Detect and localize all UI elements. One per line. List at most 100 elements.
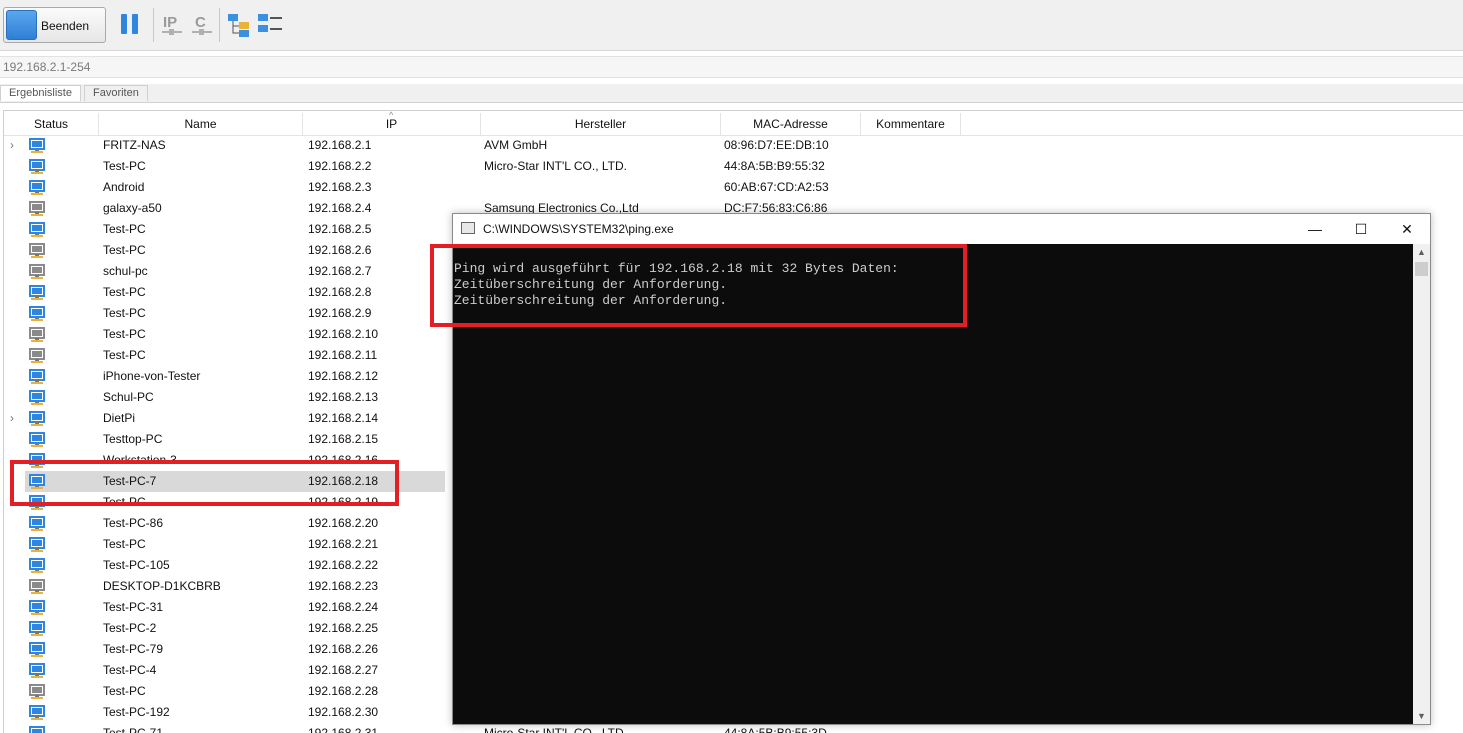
ip-range-field[interactable]: 192.168.2.1-254 <box>0 56 1463 78</box>
cell-name: Test-PC <box>103 327 146 341</box>
computer-offline-icon <box>29 264 45 279</box>
tab-favoriten[interactable]: Favoriten <box>84 85 148 101</box>
cell-ip: 192.168.2.28 <box>308 684 379 698</box>
cell-ip: 192.168.2.3 <box>308 180 372 194</box>
scroll-thumb[interactable] <box>1415 262 1428 276</box>
svg-text:C: C <box>195 14 206 31</box>
column-header-hersteller[interactable]: Hersteller <box>481 113 721 135</box>
computer-online-icon <box>29 642 45 657</box>
cell-ip: 192.168.2.30 <box>308 705 379 719</box>
column-header-status[interactable]: Status <box>4 113 99 135</box>
close-button[interactable]: ✕ <box>1384 214 1430 244</box>
cell-ip: 192.168.2.5 <box>308 222 372 236</box>
stop-button[interactable]: Beenden <box>3 7 106 43</box>
tab-ergebnisliste[interactable]: Ergebnisliste <box>0 85 81 101</box>
cell-ip: 192.168.2.20 <box>308 516 379 530</box>
console-title: C:\WINDOWS\SYSTEM32\ping.exe <box>483 222 674 236</box>
cell-name: DietPi <box>103 411 136 425</box>
ip-settings-icon[interactable]: IP <box>160 12 184 38</box>
column-header-mac[interactable]: MAC-Adresse <box>721 113 861 135</box>
computer-online-icon <box>29 306 45 321</box>
cell-ip: 192.168.2.1 <box>308 138 372 152</box>
table-row[interactable]: › FRITZ-NAS 192.168.2.1 AVM GmbH 08:96:D7:EE… <box>4 135 1463 156</box>
cell-name: iPhone-von-Tester <box>103 369 201 383</box>
cell-ip: 192.168.2.22 <box>308 558 379 572</box>
result-tabs: Ergebnisliste Favoriten <box>0 84 1463 103</box>
computer-online-icon <box>29 411 45 426</box>
expand-chevron-icon[interactable]: › <box>10 408 14 429</box>
column-header-kommentare[interactable]: Kommentare <box>861 113 961 135</box>
cell-name: Test-PC <box>103 243 146 257</box>
expand-chevron-icon[interactable]: › <box>10 135 14 156</box>
console-titlebar[interactable]: C:\WINDOWS\SYSTEM32\ping.exe — ☐ ✕ <box>453 214 1430 244</box>
cell-mac: 44:8A:5B:B9:55:32 <box>724 159 825 173</box>
table-row[interactable]: Android 192.168.2.3 60:AB:67:CD:A2:53 <box>4 177 1463 198</box>
console-app-icon <box>461 222 475 234</box>
computer-offline-icon <box>29 579 45 594</box>
computer-online-icon <box>29 222 45 237</box>
computer-offline-icon <box>29 201 45 216</box>
scroll-up-icon[interactable]: ▲ <box>1413 244 1430 260</box>
sort-ascending-icon: ^ <box>389 110 394 120</box>
table-row[interactable]: Test-PC 192.168.2.2 Micro-Star INT'L CO., … <box>4 156 1463 177</box>
computer-online-icon <box>29 180 45 195</box>
cell-name: Test-PC-86 <box>103 516 164 530</box>
console-scrollbar[interactable]: ▲ ▼ <box>1413 244 1430 724</box>
maximize-button[interactable]: ☐ <box>1338 214 1384 244</box>
minimize-button[interactable]: — <box>1292 214 1338 244</box>
pause-icon[interactable] <box>121 14 139 34</box>
cell-ip: 192.168.2.4 <box>308 201 372 215</box>
cell-name: Test-PC-2 <box>103 621 157 635</box>
computer-online-icon <box>29 159 45 174</box>
computer-online-icon <box>29 558 45 573</box>
computer-online-icon <box>29 705 45 720</box>
computer-online-icon <box>29 621 45 636</box>
highlight-selected-row <box>10 460 399 506</box>
cell-name: Test-PC <box>103 159 146 173</box>
highlight-console-output <box>430 244 967 327</box>
cell-ip: 192.168.2.14 <box>308 411 379 425</box>
computer-online-icon <box>29 537 45 552</box>
cell-name: Test-PC-79 <box>103 642 164 656</box>
column-header-name[interactable]: Name <box>99 113 303 135</box>
computer-offline-icon <box>29 327 45 342</box>
computer-offline-icon <box>29 684 45 699</box>
cell-mac: 08:96:D7:EE:DB:10 <box>724 138 829 152</box>
scroll-down-icon[interactable]: ▼ <box>1413 708 1430 724</box>
cell-mac: 60:AB:67:CD:A2:53 <box>724 180 829 194</box>
cell-ip: 192.168.2.10 <box>308 327 379 341</box>
stop-button-label: Beenden <box>41 19 90 33</box>
toolbar-separator <box>219 8 220 42</box>
ip-range-value: 192.168.2.1-254 <box>3 60 91 74</box>
list-view-icon[interactable] <box>257 12 282 38</box>
cell-name: Test-PC <box>103 306 146 320</box>
computer-online-icon <box>29 516 45 531</box>
toolbar-separator <box>153 8 154 42</box>
computer-offline-icon <box>29 348 45 363</box>
cell-name: Android <box>103 180 145 194</box>
svg-text:IP: IP <box>163 14 177 31</box>
cell-name: Test-PC <box>103 537 146 551</box>
cell-ip: 192.168.2.26 <box>308 642 379 656</box>
cell-name: Test-PC <box>103 348 146 362</box>
network-tree-icon[interactable] <box>227 12 251 38</box>
cell-name: Testtop-PC <box>103 432 163 446</box>
cell-name: Test-PC <box>103 222 146 236</box>
cell-name: Test-PC-192 <box>103 705 170 719</box>
computer-online-icon <box>29 285 45 300</box>
cell-ip: 192.168.2.2 <box>308 159 372 173</box>
computer-online-icon <box>29 390 45 405</box>
computer-online-icon <box>29 663 45 678</box>
cell-name: Test-PC-31 <box>103 600 164 614</box>
computer-online-icon <box>29 369 45 384</box>
cell-ip: 192.168.2.13 <box>308 390 379 404</box>
cell-ip: 192.168.2.7 <box>308 264 372 278</box>
cell-ip: 192.168.2.11 <box>308 348 378 362</box>
computer-online-icon <box>29 138 45 153</box>
cell-name: schul-pc <box>103 264 148 278</box>
cell-ip: 192.168.2.15 <box>308 432 379 446</box>
cell-ip: 192.168.2.21 <box>308 537 379 551</box>
c-settings-icon[interactable]: C <box>190 12 214 38</box>
cell-ip: 192.168.2.24 <box>308 600 379 614</box>
cell-name: Test-PC <box>103 285 146 299</box>
